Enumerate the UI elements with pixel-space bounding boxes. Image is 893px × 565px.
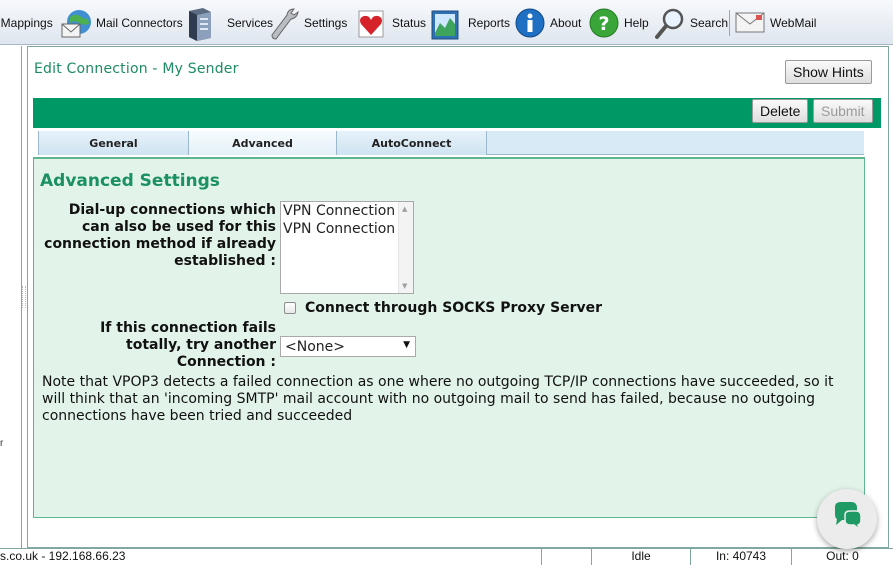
select-value: <None>: [285, 338, 345, 355]
heart-icon: [356, 7, 388, 39]
section-title: Advanced Settings: [40, 171, 220, 191]
list-option[interactable]: VPN Connection 2: [281, 220, 413, 238]
delete-button[interactable]: Delete: [752, 99, 809, 123]
fallback-label-line: totally, try another: [126, 337, 276, 353]
left-navigation-pane: r: [0, 46, 22, 548]
status-label: Status: [392, 15, 427, 30]
toolbar-mail-connectors[interactable]: Mail Connectors: [60, 0, 183, 45]
toolbar-about[interactable]: About: [514, 0, 581, 45]
status-host: s.co.uk - 192.168.66.23: [0, 549, 126, 563]
list-option[interactable]: VPN Connection: [281, 202, 413, 220]
envelope-icon: [734, 7, 766, 39]
left-pane-text-fragment: r: [0, 438, 4, 449]
dialup-label-line: connection method if already: [44, 236, 276, 252]
pane-splitter-handle[interactable]: [22, 286, 26, 308]
services-label: Services: [227, 15, 274, 30]
dialup-label: Dial-up connections which can also be us…: [40, 202, 276, 270]
toolbar-mappings[interactable]: / Mappings: [0, 0, 53, 45]
search-label: Search: [690, 15, 729, 30]
tab-general[interactable]: General: [38, 131, 189, 155]
status-bar: s.co.uk - 192.168.66.23 Idle In: 40743 O…: [0, 548, 893, 565]
status-state: Idle: [591, 549, 690, 565]
webmail-label: WebMail: [770, 15, 817, 30]
about-label: About: [550, 15, 582, 30]
panel-top-rule: [34, 158, 864, 160]
toolbar-services[interactable]: Services: [185, 0, 273, 45]
scroll-up-arrow-icon[interactable]: ▲: [402, 205, 407, 213]
chart-icon: [430, 7, 462, 39]
status-empty-cell: [541, 549, 591, 565]
main-toolbar: / Mappings Mail Connectors Services: [0, 0, 893, 45]
info-icon: [514, 7, 546, 39]
dialup-label-line: established :: [174, 253, 276, 269]
failure-note: Note that VPOP3 detects a failed connect…: [42, 374, 834, 424]
status-out-count: Out: 0: [791, 549, 893, 565]
dialup-connections-listbox[interactable]: VPN Connection VPN Connection 2 ▲ ▼: [280, 201, 414, 294]
socks-proxy-checkbox[interactable]: [284, 302, 296, 314]
socks-proxy-label[interactable]: Connect through SOCKS Proxy Server: [305, 300, 602, 316]
svg-text:?: ?: [598, 13, 609, 35]
show-hints-button[interactable]: Show Hints: [785, 60, 872, 84]
toolbar-separator: [729, 10, 730, 36]
chat-bubble-icon: [835, 502, 862, 531]
wrench-icon: [268, 7, 300, 40]
dialup-label-line: Dial-up connections which: [68, 202, 276, 218]
settings-label: Settings: [304, 15, 348, 30]
fallback-label-line: Connection :: [176, 354, 276, 370]
tab-strip: General Advanced AutoConnect: [38, 131, 864, 155]
reports-label: Reports: [468, 15, 511, 30]
fallback-label-line: If this connection fails: [100, 320, 276, 336]
help-label: Help: [624, 15, 649, 30]
scroll-down-arrow-icon[interactable]: ▼: [402, 282, 407, 290]
submit-button[interactable]: Submit: [813, 99, 873, 123]
dialup-label-line: can also be used for this: [81, 219, 276, 235]
toolbar-reports[interactable]: Reports: [430, 0, 510, 45]
tab-autoconnect[interactable]: AutoConnect: [336, 131, 487, 155]
status-in-count: In: 40743: [690, 549, 791, 565]
mail-connectors-label: Mail Connectors: [96, 15, 183, 30]
toolbar-settings[interactable]: Settings: [268, 0, 347, 45]
edit-connection-panel: Edit Connection - My Sender Show Hints D…: [27, 46, 889, 548]
server-icon: [185, 7, 217, 41]
fallback-connection-label: If this connection fails totally, try an…: [40, 320, 276, 371]
magnifier-icon: [654, 7, 686, 39]
live-chat-button[interactable]: [817, 489, 877, 549]
toolbar-help[interactable]: ? Help: [588, 0, 649, 45]
toolbar-webmail[interactable]: WebMail: [734, 0, 816, 45]
mappings-label: / Mappings: [0, 15, 53, 30]
dropdown-arrow-icon: ▼: [403, 340, 410, 350]
help-icon: ?: [588, 7, 620, 39]
globe-mail-icon: [60, 7, 92, 39]
advanced-settings-panel: Advanced Settings Dial-up connections wh…: [33, 157, 865, 518]
listbox-scrollbar[interactable]: ▲ ▼: [398, 202, 413, 293]
toolbar-search[interactable]: Search: [654, 0, 728, 45]
fallback-connection-select[interactable]: <None> ▼: [280, 336, 416, 357]
page-title: Edit Connection - My Sender: [34, 61, 239, 77]
tab-advanced[interactable]: Advanced: [188, 131, 337, 155]
toolbar-status[interactable]: Status: [356, 0, 426, 45]
